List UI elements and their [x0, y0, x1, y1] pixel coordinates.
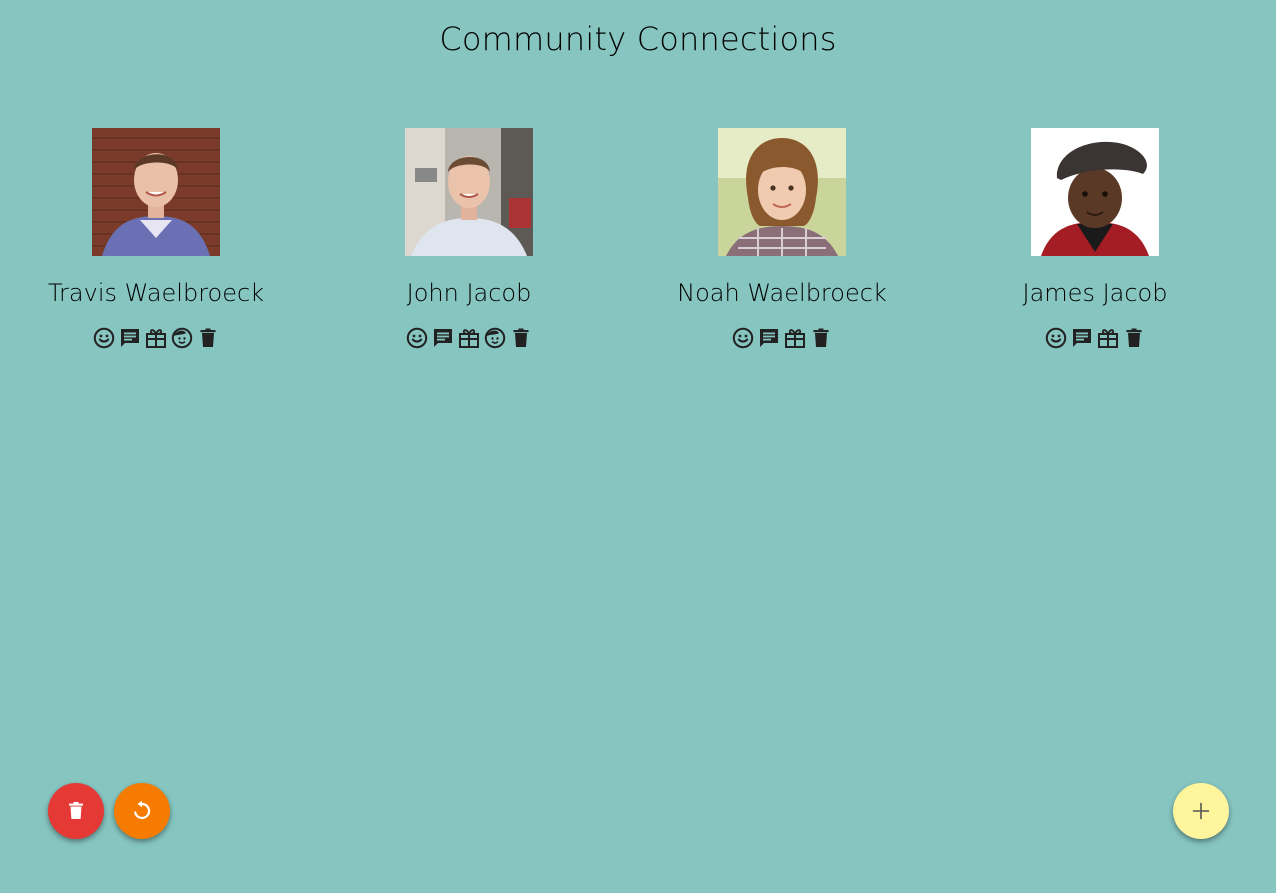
smiley-icon[interactable] [405, 326, 429, 350]
smiley-icon[interactable] [731, 326, 755, 350]
person-actions [339, 326, 599, 350]
gift-icon[interactable] [144, 326, 168, 350]
trash-icon [64, 799, 88, 823]
plus-icon [1189, 799, 1213, 823]
reset-icon [130, 799, 154, 823]
child-icon[interactable] [483, 326, 507, 350]
avatar-photo [718, 128, 846, 256]
trash-icon[interactable] [509, 326, 533, 350]
person-card: James Jacob [965, 128, 1225, 350]
child-icon[interactable] [170, 326, 194, 350]
person-card: John Jacob [339, 128, 599, 350]
add-person-button[interactable] [1173, 783, 1229, 839]
person-name: Travis Waelbroeck [47, 279, 265, 307]
person-actions [652, 326, 912, 350]
page-title: Community Connections [439, 20, 837, 58]
message-icon[interactable] [118, 326, 142, 350]
people-grid: Travis Waelbroeck John Jacob Noah Waelbr… [0, 128, 1276, 368]
smiley-icon[interactable] [1044, 326, 1068, 350]
avatar-photo [1031, 128, 1159, 256]
gift-icon[interactable] [783, 326, 807, 350]
reset-button[interactable] [114, 783, 170, 839]
gift-icon[interactable] [457, 326, 481, 350]
message-icon[interactable] [757, 326, 781, 350]
gift-icon[interactable] [1096, 326, 1120, 350]
trash-icon[interactable] [1122, 326, 1146, 350]
trash-icon[interactable] [196, 326, 220, 350]
avatar-photo [405, 128, 533, 256]
person-actions [26, 326, 286, 350]
person-card: Travis Waelbroeck [26, 128, 286, 350]
message-icon[interactable] [1070, 326, 1094, 350]
trash-icon[interactable] [809, 326, 833, 350]
person-actions [965, 326, 1225, 350]
avatar-photo [92, 128, 220, 256]
person-name: Noah Waelbroeck [677, 279, 887, 307]
smiley-icon[interactable] [92, 326, 116, 350]
person-name: John Jacob [406, 279, 532, 307]
message-icon[interactable] [431, 326, 455, 350]
person-name: James Jacob [1022, 279, 1168, 307]
person-card: Noah Waelbroeck [652, 128, 912, 350]
delete-all-button[interactable] [48, 783, 104, 839]
